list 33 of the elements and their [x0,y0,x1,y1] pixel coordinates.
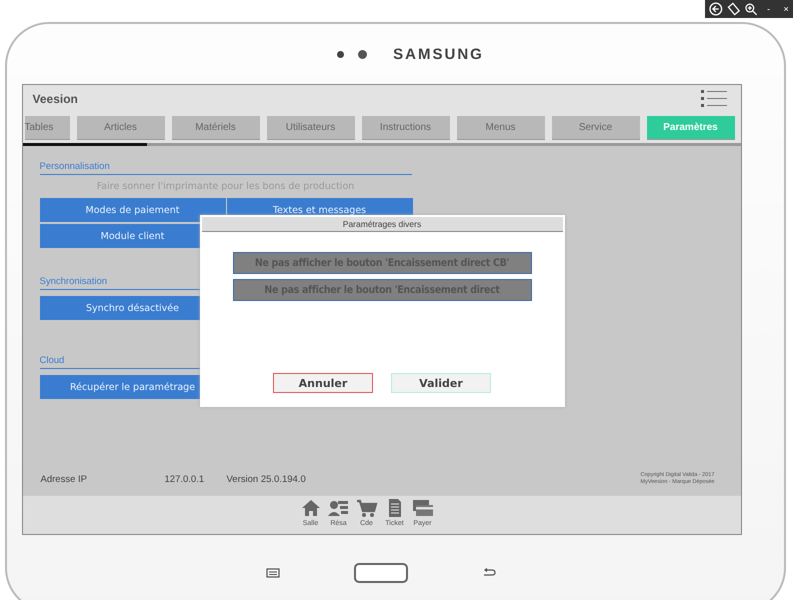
tab[interactable]: Instructions [362,116,450,140]
home-key[interactable] [354,562,408,582]
ip-label: Adresse IP [40,474,88,484]
cart-icon [356,498,378,518]
back-icon[interactable] [709,2,723,16]
menu-key-icon[interactable] [266,568,280,578]
zoom-icon[interactable] [744,2,758,16]
settings-button[interactable]: Modes de paiement [40,198,226,222]
confirm-button[interactable]: Valider [391,373,491,393]
minimize-button[interactable]: - [762,4,776,14]
app-title: Veesion [32,92,78,106]
close-button[interactable]: × [779,4,793,14]
cards-icon [412,498,434,518]
tab[interactable]: Paramètres [646,116,734,140]
ip-address: 127.0.0.1 [164,474,206,484]
tab[interactable]: Menus [456,116,544,140]
person-list-icon [328,498,350,518]
tab[interactable]: Utilisateurs [266,116,354,140]
menu-icon[interactable] [700,89,726,109]
brand-logo: SAMSUNG [393,46,484,62]
back-key-icon[interactable] [482,568,496,578]
sensor-icon [337,50,344,58]
tab[interactable]: Tables [24,116,70,140]
dialog-title: Paramétrages divers [202,217,562,232]
camera-icon [358,50,368,58]
tab[interactable]: Matériels [172,116,260,140]
tab[interactable]: Service [552,116,640,140]
house-icon [300,498,322,518]
cancel-button[interactable]: Annuler [273,373,373,393]
rotate-icon[interactable] [726,2,740,16]
section-title: Personnalisation [40,161,412,175]
tab[interactable]: Articles [76,116,164,140]
version-text: Version 25.0.194.0 [226,474,307,484]
